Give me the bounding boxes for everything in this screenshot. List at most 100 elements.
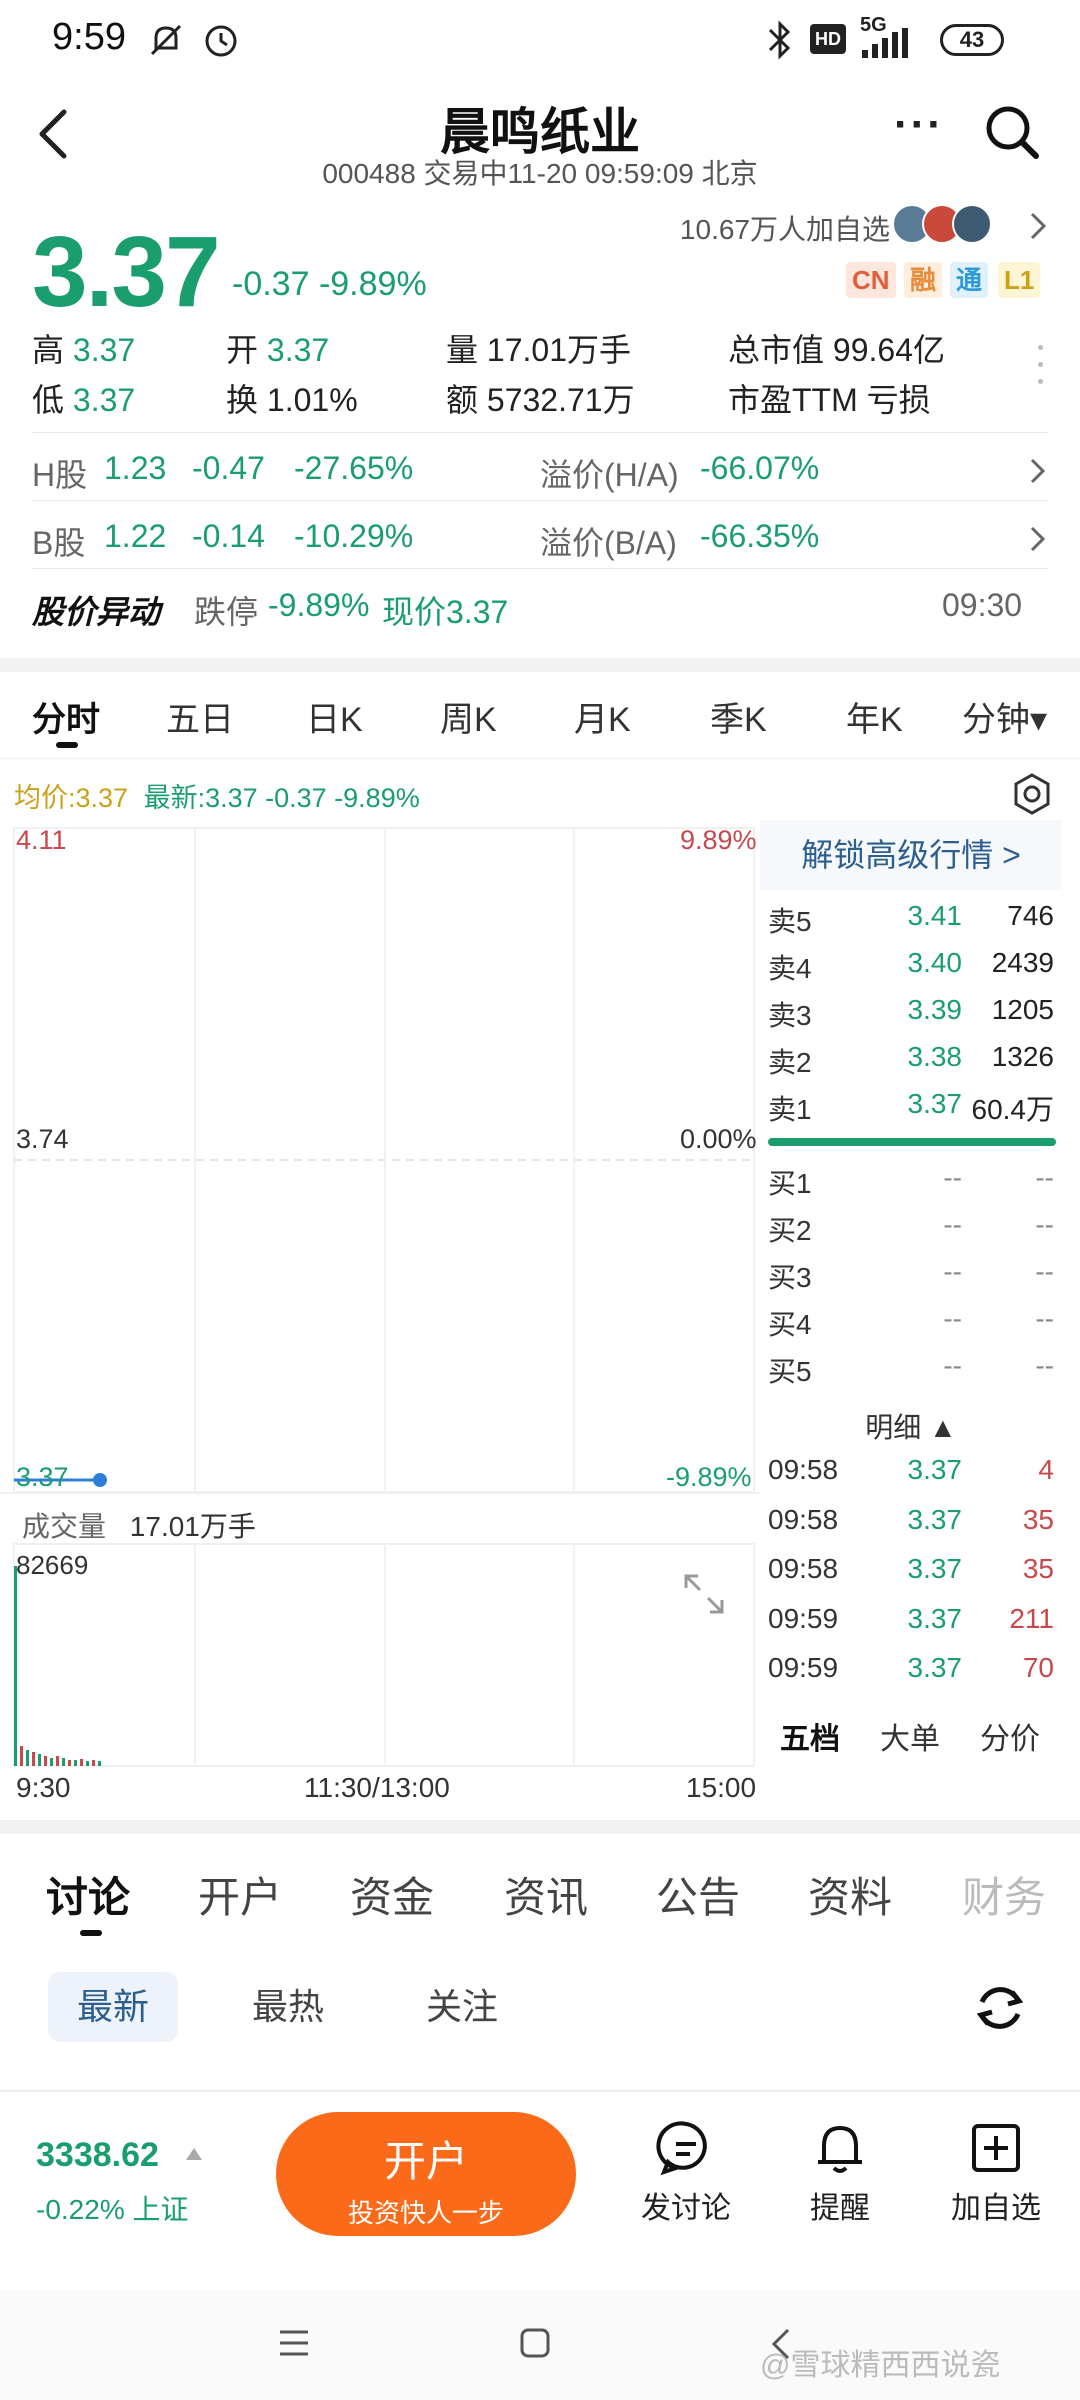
trade-label: 09:58: [768, 1553, 839, 1584]
tab-minute[interactable]: 分钟▾: [962, 692, 1047, 741]
ask-label: 卖4: [768, 953, 812, 984]
system-nav-bar: @雪球精西西说瓷: [0, 2290, 1080, 2400]
y-axis-top: 4.11: [16, 825, 67, 855]
index-value[interactable]: 3338.62: [36, 2136, 159, 2175]
badge-cn: CN: [846, 262, 896, 298]
tab-price-dist[interactable]: 分价: [980, 1714, 1040, 1758]
trade-row: 09:58 3.37 35: [760, 1498, 1062, 1548]
ask-bid-ratio-bar: [768, 1138, 1056, 1146]
tab-news[interactable]: 资讯: [504, 1864, 588, 1925]
price-change-value: -0.37: [232, 265, 310, 303]
ask-row: 卖5 3.41 746: [760, 894, 1062, 941]
tab-discussion[interactable]: 讨论: [46, 1864, 130, 1925]
chart-tabs: 分时 五日 日K 周K 月K 季K 年K 分钟▾: [0, 680, 1080, 760]
stat-pe: 市盈TTM 亏损: [728, 382, 931, 418]
ask-row: 卖1 3.37 60.4万: [760, 1082, 1062, 1129]
stat-high: 高 3.37: [32, 332, 136, 368]
pct-axis-top: 9.89%: [680, 825, 757, 855]
open-account-button[interactable]: 开户 投资快人一步: [276, 2112, 576, 2236]
more-dots-icon[interactable]: [1038, 345, 1044, 395]
open-account-title: 开户: [383, 2138, 468, 2185]
trade-volume: 4: [1038, 1454, 1054, 1485]
tab-account[interactable]: 开户: [198, 1864, 282, 1925]
active-tab-indicator: [56, 742, 78, 748]
bid-volume: --: [1035, 1303, 1054, 1334]
bid-row: 买4 -- --: [760, 1297, 1062, 1344]
menu-icon[interactable]: [276, 2326, 312, 2360]
chevron-right-icon: [1030, 458, 1046, 484]
post-discussion-button[interactable]: 发讨论: [628, 2118, 744, 2227]
subtab-hot[interactable]: 最热: [252, 1972, 324, 2042]
ask-price: 3.38: [907, 1041, 963, 1072]
mute-icon: [150, 24, 182, 56]
tab-5day[interactable]: 五日: [166, 692, 234, 741]
bid-label: 买3: [768, 1262, 812, 1293]
trade-row: 09:59 3.37 70: [760, 1646, 1062, 1696]
signal-icon: [862, 28, 908, 58]
tab-financials[interactable]: 财务: [962, 1864, 1046, 1925]
divider: [32, 568, 1048, 569]
tab-announcements[interactable]: 公告: [656, 1864, 740, 1925]
trade-label: 09:59: [768, 1602, 839, 1634]
ask-row: 卖3 3.39 1205: [760, 988, 1062, 1035]
alert-button[interactable]: 提醒: [782, 2118, 898, 2227]
section-tabs: 讨论 开户 资金 资讯 公告 资料 财务: [0, 1834, 1080, 1944]
open-account-subtitle: 投资快人一步: [347, 2198, 504, 2228]
search-icon[interactable]: [982, 102, 1042, 162]
more-icon[interactable]: ···: [894, 100, 944, 150]
expand-icon[interactable]: [680, 1570, 728, 1618]
alert-label: 提醒: [810, 2192, 870, 2225]
tab-profile[interactable]: 资料: [808, 1864, 892, 1925]
tab-daily-k[interactable]: 日K: [306, 692, 363, 741]
detail-toggle[interactable]: 明细 ▲: [760, 1406, 1062, 1446]
watcher-avatars[interactable]: [892, 200, 1012, 248]
chevron-right-icon: [1030, 526, 1046, 552]
refresh-icon[interactable]: [972, 1980, 1028, 2036]
tab-yearly-k[interactable]: 年K: [846, 692, 903, 741]
bid-label: 买4: [768, 1309, 812, 1340]
bid-price: --: [943, 1209, 962, 1240]
tab-weekly-k[interactable]: 周K: [440, 692, 497, 741]
volume-chart: [13, 1543, 755, 1767]
divider: [0, 758, 1080, 759]
trade-volume: 211: [1009, 1602, 1054, 1634]
h-share-row[interactable]: H股 1.23 -0.47 -27.65% 溢价(H/A) -66.07%: [32, 448, 1048, 504]
trade-row: 09:59 3.37 211: [760, 1597, 1062, 1647]
subtab-following[interactable]: 关注: [426, 1972, 498, 2042]
tab-funds[interactable]: 资金: [350, 1864, 434, 1925]
unlock-advanced-link[interactable]: 解锁高级行情 >: [760, 820, 1062, 890]
post-discussion-label: 发讨论: [641, 2192, 731, 2225]
tab-intraday[interactable]: 分时: [32, 692, 100, 741]
tab-five-levels[interactable]: 五档: [780, 1714, 840, 1758]
tab-big-orders[interactable]: 大单: [880, 1714, 940, 1758]
subtab-latest[interactable]: 最新: [48, 1972, 178, 2042]
pct-axis-bot: -9.89%: [666, 1462, 752, 1492]
settings-icon[interactable]: [1010, 772, 1054, 816]
bid-volume: --: [1035, 1256, 1054, 1287]
b-share-row[interactable]: B股 1.22 -0.14 -10.29% 溢价(B/A) -66.35%: [32, 516, 1048, 572]
current-price: 3.37: [32, 216, 221, 328]
chart-legend: 均价:3.37 最新:3.37 -0.37 -9.89%: [14, 783, 420, 813]
stat-open: 开 3.37: [226, 332, 330, 368]
trade-label: 09:58: [768, 1454, 839, 1485]
stat-low: 低 3.37: [32, 382, 136, 418]
chevron-right-icon[interactable]: [1026, 208, 1050, 244]
price-alert-row[interactable]: 股价异动 跌停 -9.89% 现价3.37 09:30: [32, 585, 1048, 641]
ask-label: 卖2: [768, 1047, 812, 1078]
tab-monthly-k[interactable]: 月K: [574, 692, 631, 741]
active-tab-indicator: [80, 1930, 102, 1936]
x-axis-start: 9:30: [16, 1772, 71, 1803]
bid-label: 买5: [768, 1356, 812, 1387]
home-icon[interactable]: [518, 2326, 552, 2360]
order-book: 解锁高级行情 > 卖5 3.41 746 卖4 3.40 2439 卖3 3.39 1205 卖2…: [760, 820, 1062, 1770]
trade-price: 3.37: [907, 1652, 963, 1683]
add-watchlist-button[interactable]: 加自选: [938, 2118, 1054, 2227]
stock-header: 晨鸣纸业 000488 交易中11-20 09:59:09 北京 ···: [0, 80, 1080, 190]
price-change-pct: -9.89%: [318, 265, 427, 303]
hd-icon: HD: [810, 24, 846, 54]
ask-price: 3.39: [907, 994, 963, 1025]
price-change: -0.37 -9.89%: [232, 265, 427, 304]
tab-quarterly-k[interactable]: 季K: [710, 692, 767, 741]
ask-volume: 2439: [991, 947, 1054, 978]
bluetooth-icon: [768, 20, 791, 60]
